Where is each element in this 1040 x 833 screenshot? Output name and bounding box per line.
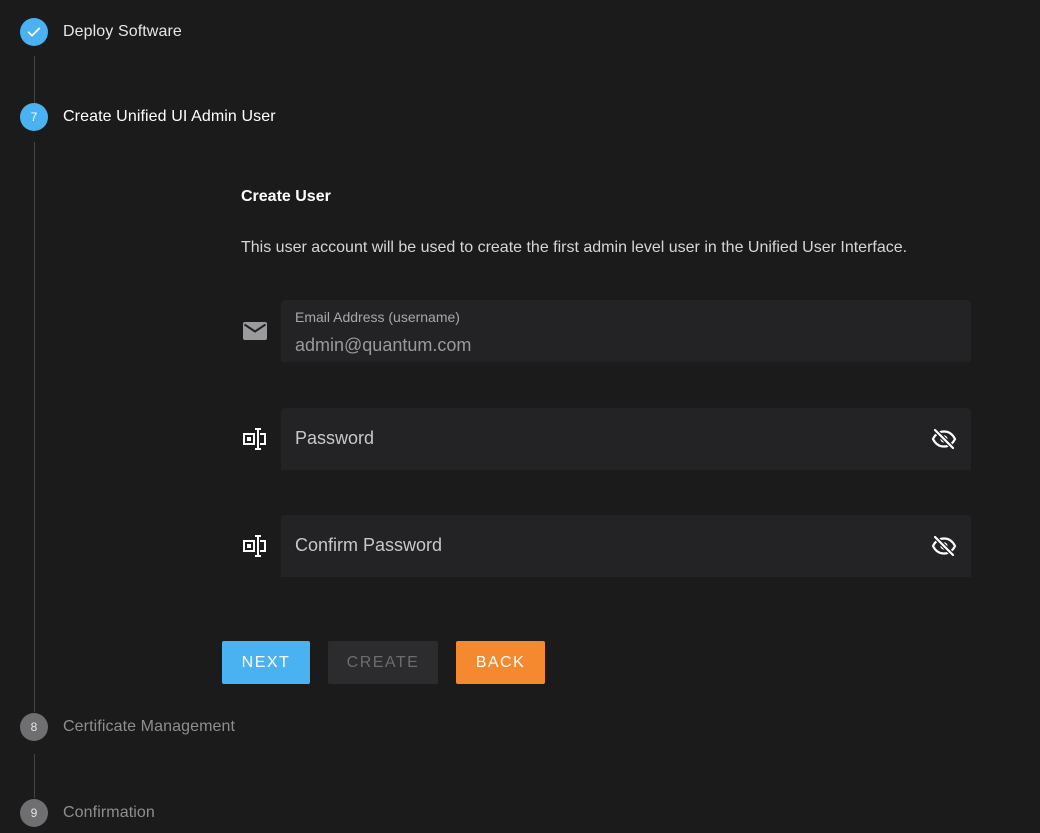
step-create-admin-user[interactable]: 7 Create Unified UI Admin User	[20, 103, 276, 131]
back-button[interactable]: BACK	[456, 641, 545, 684]
eye-off-icon[interactable]	[931, 533, 957, 559]
step-connector	[34, 142, 35, 712]
step-number: 7	[20, 103, 48, 131]
confirm-password-field[interactable]: Confirm Password	[281, 515, 971, 577]
form-title: Create User	[241, 188, 331, 205]
step-deploy-software[interactable]: Deploy Software	[20, 18, 182, 46]
password-field[interactable]: Password	[281, 408, 971, 470]
email-field-value: admin@quantum.com	[295, 335, 472, 355]
step-label: Confirmation	[63, 804, 155, 821]
step-connector	[34, 56, 35, 103]
email-field[interactable]: Email Address (username) admin@quantum.c…	[281, 300, 971, 362]
step-connector	[34, 754, 35, 798]
step-confirmation[interactable]: 9 Confirmation	[20, 799, 155, 827]
password-icon	[241, 425, 269, 453]
confirm-password-placeholder: Confirm Password	[295, 535, 443, 555]
step-label: Deploy Software	[63, 23, 182, 40]
create-button[interactable]: CREATE	[328, 641, 438, 684]
password-placeholder: Password	[295, 428, 375, 448]
check-icon	[20, 18, 48, 46]
form-description: This user account will be used to create…	[241, 239, 908, 256]
email-field-label: Email Address (username)	[295, 309, 460, 325]
email-icon	[241, 317, 269, 345]
step-number: 8	[20, 713, 48, 741]
eye-off-icon[interactable]	[931, 426, 957, 452]
confirm-password-field-row: Confirm Password	[241, 515, 971, 577]
password-field-row: Password	[241, 408, 971, 470]
step-certificate-management[interactable]: 8 Certificate Management	[20, 713, 235, 741]
step-label: Create Unified UI Admin User	[63, 108, 276, 125]
email-field-row: Email Address (username) admin@quantum.c…	[241, 300, 971, 362]
step-label: Certificate Management	[63, 718, 236, 735]
step-number: 9	[20, 799, 48, 827]
password-icon	[241, 532, 269, 560]
next-button[interactable]: NEXT	[222, 641, 310, 684]
